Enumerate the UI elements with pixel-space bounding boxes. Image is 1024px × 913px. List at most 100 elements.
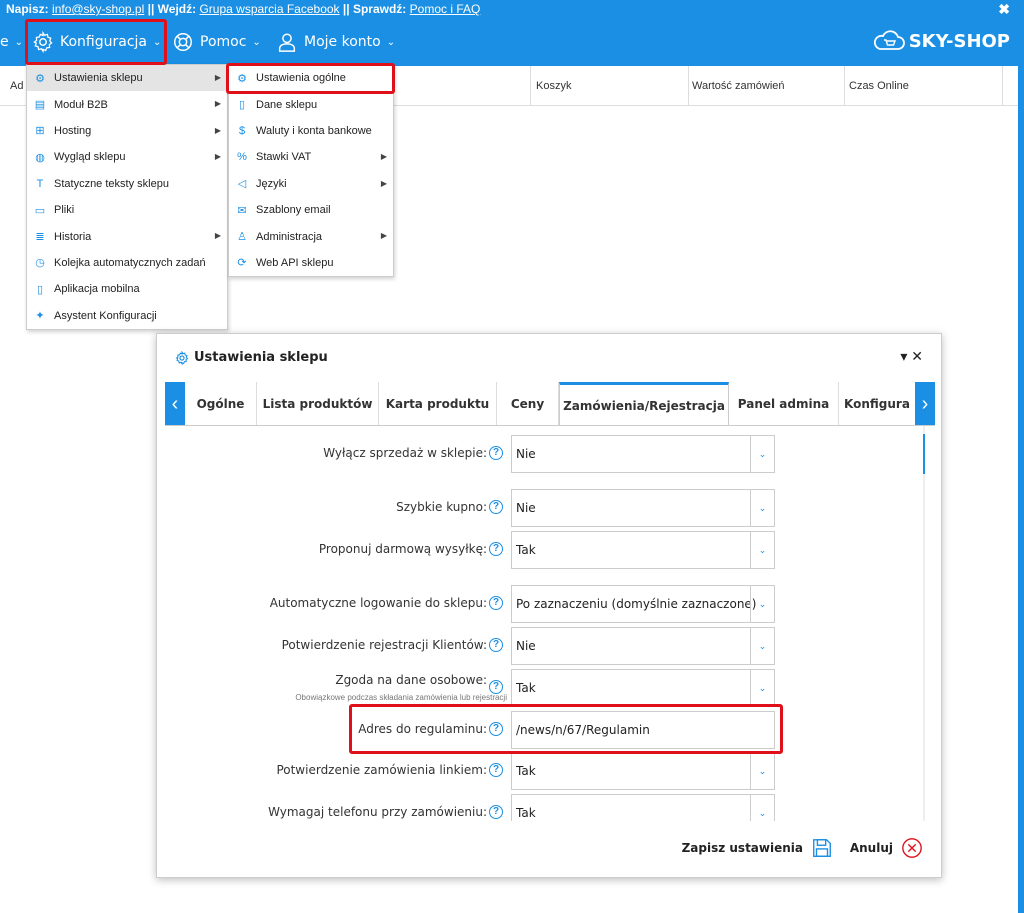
- submenu-item[interactable]: % Stawki VAT ▶: [229, 144, 393, 170]
- select-value: Tak: [516, 764, 536, 778]
- submenu-item[interactable]: ⚙ Ustawienia ogólne: [229, 65, 393, 91]
- setting-select[interactable]: Tak ⌄: [511, 752, 775, 790]
- chevron-down-icon[interactable]: ⌄: [750, 586, 774, 622]
- submenu-item-label: Web API sklepu: [256, 256, 334, 269]
- help-icon[interactable]: ?: [489, 680, 503, 694]
- tab-admin-panel[interactable]: Panel admina: [729, 382, 839, 425]
- help-icon[interactable]: ?: [489, 805, 503, 819]
- chevron-down-icon[interactable]: ⌄: [750, 436, 774, 472]
- help-icon[interactable]: ?: [489, 446, 503, 460]
- chevron-down-icon[interactable]: ⌄: [750, 753, 774, 789]
- menu-item[interactable]: ✦ Asystent Konfiguracji: [27, 303, 227, 329]
- nav-item-help[interactable]: Pomoc ⌄: [172, 28, 261, 56]
- save-settings-button[interactable]: Zapisz ustawienia: [682, 837, 833, 859]
- tabs-next-arrow[interactable]: ›: [915, 382, 935, 425]
- tabs-prev-arrow[interactable]: ‹: [165, 382, 185, 425]
- email-link[interactable]: info@sky-shop.pl: [52, 2, 144, 16]
- facebook-link[interactable]: Grupa wsparcia Facebook: [199, 2, 339, 16]
- menu-item-label: Historia: [54, 230, 92, 243]
- chevron-down-icon[interactable]: ⌄: [750, 490, 774, 526]
- column-header-online-time[interactable]: Czas Online: [849, 80, 909, 92]
- page-scrollbar[interactable]: [1018, 66, 1024, 913]
- tab-prices[interactable]: Ceny: [497, 382, 559, 425]
- setting-select[interactable]: Po zaznaczeniu (domyślnie zaznaczone) ⌄: [511, 585, 775, 623]
- gear-icon: ⚙: [35, 72, 45, 85]
- help-icon[interactable]: ?: [489, 763, 503, 777]
- nav-item-partial[interactable]: e ⌄: [0, 28, 23, 56]
- help-icon[interactable]: ?: [489, 596, 503, 610]
- submenu-item[interactable]: ♙ Administracja ▶: [229, 223, 393, 249]
- cancel-button[interactable]: Anuluj: [850, 837, 923, 859]
- menu-item[interactable]: ⊞ Hosting ▶: [27, 118, 227, 144]
- setting-select[interactable]: Tak ⌄: [511, 531, 775, 569]
- submenu-item-label: Ustawienia ogólne: [256, 72, 346, 85]
- tab-orders-registration[interactable]: Zamówienia/Rejestracja: [559, 382, 729, 425]
- menu-item[interactable]: ⚙ Ustawienia sklepu ▶: [27, 65, 227, 92]
- separator: ||: [147, 2, 155, 16]
- menu-item[interactable]: T Statyczne teksty sklepu: [27, 171, 227, 197]
- nav-account-label: Moje konto: [304, 34, 381, 50]
- nav-item-account[interactable]: Moje konto ⌄: [276, 28, 395, 56]
- help-icon[interactable]: ?: [489, 722, 503, 736]
- setting-select[interactable]: Nie ⌄: [511, 489, 775, 527]
- submenu-item[interactable]: ▯ Dane sklepu: [229, 91, 393, 117]
- column-header-cart[interactable]: Koszyk: [536, 80, 571, 92]
- submenu-item[interactable]: $ Waluty i konta bankowe: [229, 118, 393, 144]
- text-icon: T: [36, 177, 44, 190]
- chevron-down-icon[interactable]: ⌄: [750, 795, 774, 821]
- setting-select[interactable]: Nie ⌄: [511, 627, 775, 665]
- column-header-order-value[interactable]: Wartość zamówień: [692, 80, 785, 92]
- enter-label: Wejdź:: [157, 2, 197, 16]
- store-icon: ▤: [34, 99, 46, 112]
- submenu-item[interactable]: ⟳ Web API sklepu: [229, 250, 393, 276]
- field-label: Potwierdzenie zamówienia linkiem:: [276, 763, 487, 777]
- chevron-down-icon: ⌄: [386, 36, 396, 48]
- tab-general[interactable]: Ogólne: [185, 382, 257, 425]
- menu-item[interactable]: ▯ Aplikacja mobilna: [27, 276, 227, 302]
- chevron-down-icon[interactable]: ⌄: [750, 628, 774, 664]
- chevron-down-icon[interactable]: ⌄: [750, 532, 774, 568]
- menu-item[interactable]: ≣ Historia ▶: [27, 223, 227, 249]
- menu-item[interactable]: ◍ Wygląd sklepu ▶: [27, 144, 227, 170]
- setting-select[interactable]: Tak ⌄: [511, 794, 775, 821]
- gear-icon: [33, 31, 53, 53]
- chevron-right-icon: ▶: [214, 73, 221, 82]
- setting-select[interactable]: Tak ⌄: [511, 669, 775, 707]
- brand-logo[interactable]: SKY-SHOP: [872, 30, 1010, 52]
- help-icon[interactable]: ?: [489, 638, 503, 652]
- chevron-down-icon[interactable]: ⌄: [750, 670, 774, 706]
- help-faq-link[interactable]: Pomoc i FAQ: [410, 2, 481, 16]
- select-value: Tak: [516, 806, 536, 820]
- close-icon[interactable]: ✖: [998, 0, 1010, 18]
- admin-icon: ♙: [237, 231, 247, 244]
- select-value: Tak: [516, 681, 536, 695]
- dialog-window-controls[interactable]: ▾ ✕: [900, 348, 923, 365]
- nav-item-config[interactable]: Konfiguracja ⌄: [32, 28, 161, 56]
- column-header[interactable]: Ad: [10, 80, 23, 92]
- gear-icon: [175, 350, 189, 365]
- top-info-bar: Napisz: info@sky-shop.pl || Wejdź: Grupa…: [0, 0, 1024, 18]
- help-icon[interactable]: ?: [489, 542, 503, 556]
- tab-product-list[interactable]: Lista produktów: [257, 382, 379, 425]
- setting-select[interactable]: Nie ⌄: [511, 435, 775, 473]
- tab-configuration[interactable]: Konfigura: [839, 382, 915, 425]
- cancel-label: Anuluj: [849, 841, 893, 855]
- currency-icon: $: [238, 124, 246, 137]
- menu-item[interactable]: ◷ Kolejka automatycznych zadań: [27, 250, 227, 276]
- submenu-item[interactable]: ◁ Języki ▶: [229, 171, 393, 197]
- submenu-item[interactable]: ✉ Szablony email: [229, 197, 393, 223]
- help-icon[interactable]: ?: [489, 500, 503, 514]
- lifebuoy-icon: [174, 33, 192, 51]
- chevron-down-icon: ⌄: [153, 36, 162, 48]
- document-icon: ▯: [238, 99, 246, 112]
- api-icon: ⟳: [237, 257, 247, 270]
- field-label: Wymagaj telefonu przy zamówieniu:: [268, 805, 487, 819]
- cloud-cart-icon: [873, 30, 905, 50]
- menu-item[interactable]: ▤ Moduł B2B ▶: [27, 91, 227, 117]
- menu-item[interactable]: ▭ Pliki: [27, 197, 227, 223]
- speaker-icon: ◁: [237, 178, 247, 191]
- tab-product-card[interactable]: Karta produktu: [379, 382, 497, 425]
- gear-icon: ⚙: [237, 72, 247, 85]
- terms-address-input[interactable]: [511, 711, 775, 749]
- form-row: Automatyczne logowanie do sklepu:? Po zaz…: [165, 585, 925, 623]
